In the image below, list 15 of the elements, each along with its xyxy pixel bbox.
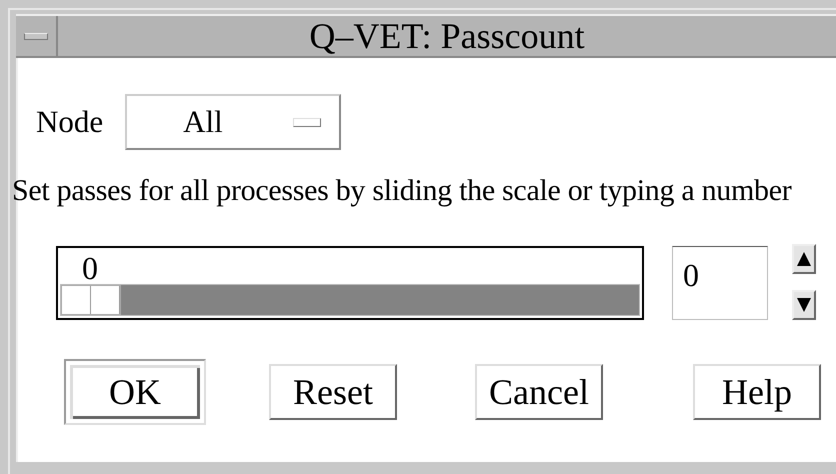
node-dropdown[interactable]: All: [125, 94, 342, 150]
window-title: Q–VET: Passcount: [308, 16, 586, 56]
slider-thumb[interactable]: [61, 285, 121, 315]
passes-scale[interactable]: 0: [56, 246, 644, 320]
down-arrow-icon: [796, 297, 812, 313]
dialog-button[interactable]: Reset: [269, 364, 397, 420]
dialog-button[interactable]: Cancel: [475, 364, 603, 420]
passes-input-field[interactable]: 0: [672, 246, 768, 320]
up-arrow-icon: [796, 251, 812, 267]
instruction-text: Set passes for all processes by sliding the scale or typing a number: [12, 174, 792, 208]
dialog-button[interactable]: OK: [64, 359, 206, 425]
node-label: Node: [36, 104, 104, 140]
dialog-button[interactable]: Help: [693, 364, 821, 420]
option-indicator-icon: [292, 118, 321, 126]
scale-value: 0: [82, 250, 98, 286]
